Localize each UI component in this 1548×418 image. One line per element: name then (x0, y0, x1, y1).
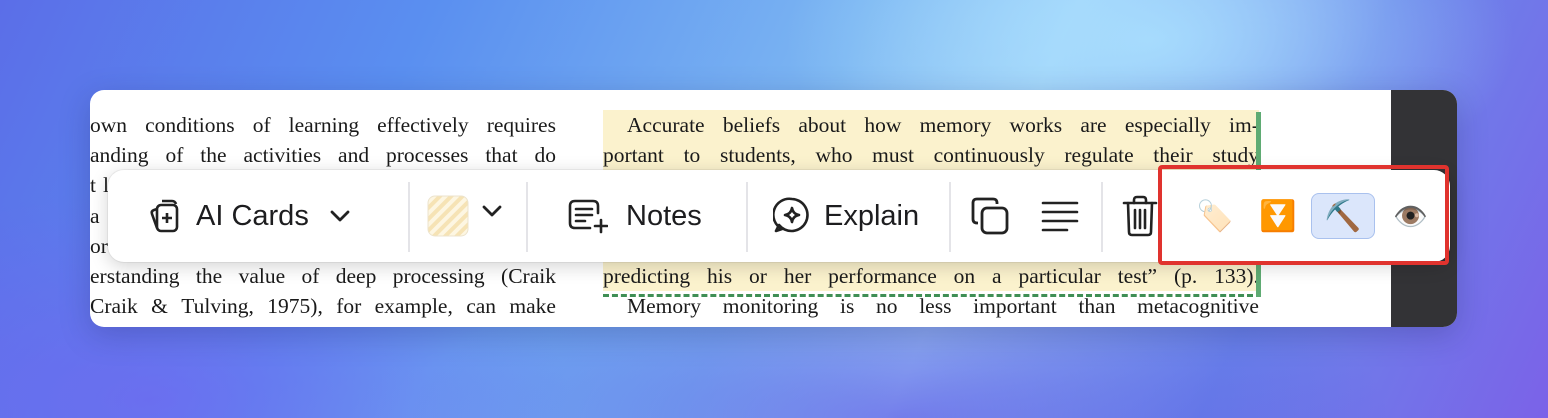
add-note-icon (568, 198, 608, 234)
text-word: about (798, 113, 847, 137)
text-word: and (338, 143, 370, 168)
text-word: im- (1229, 113, 1259, 137)
callout-highlight-box (1158, 165, 1449, 265)
text-word: own (90, 113, 128, 137)
text-word: t (90, 173, 96, 198)
text-line: Accurate beliefs about how memory works are esp… (603, 110, 1259, 141)
text-word: memory (919, 113, 992, 137)
text-word: (Craik (501, 263, 556, 288)
text-word: continuously (933, 143, 1045, 168)
text-word: students, (719, 143, 796, 168)
copy-icon (970, 196, 1010, 236)
sparkle-chat-icon (773, 197, 811, 235)
ai-cards-button[interactable]: AI Cards (148, 170, 351, 262)
text-word: particular (1018, 263, 1101, 288)
text-lines-icon (1041, 200, 1079, 232)
annotation-underline (603, 294, 1253, 297)
highlight-color-swatch (427, 195, 469, 237)
text-line: Craik & Tulving, 1975), for example, can make (90, 291, 556, 321)
text-word: predicting (603, 263, 691, 288)
text-word: works (1009, 113, 1063, 137)
text-word: Accurate (627, 113, 705, 137)
toolbar-divider (408, 182, 410, 252)
text-word: anding (90, 143, 149, 168)
text-word: beliefs (722, 113, 781, 137)
text-word: example, (374, 294, 453, 319)
text-word: to (683, 143, 701, 168)
text-word: especially (1124, 113, 1211, 137)
text-word: on (953, 263, 976, 288)
chevron-down-icon (481, 204, 503, 218)
text-word: deep (335, 263, 377, 288)
text-line: erstanding the value of deep processing (Craik (90, 261, 556, 291)
text-word: 133). (1214, 263, 1259, 288)
text-word: processes (386, 143, 469, 168)
notes-label: Notes (626, 199, 702, 232)
text-word: processing (392, 263, 485, 288)
text-word: can (466, 294, 497, 319)
text-word: make (509, 294, 556, 319)
text-word: effectively (377, 113, 469, 137)
trash-icon (1122, 195, 1158, 237)
text-word: Tulving, (181, 294, 254, 319)
text-word: a (90, 203, 100, 228)
text-word: are (1080, 113, 1107, 137)
text-word: or (90, 233, 108, 258)
chevron-down-icon (329, 209, 351, 223)
text-word: performance (828, 263, 937, 288)
text-word: of (165, 143, 184, 168)
text-word: how (864, 113, 902, 137)
text-word: value (238, 263, 286, 288)
text-word: the (195, 263, 223, 288)
text-word: conditions (145, 113, 235, 137)
text-word: a (992, 263, 1002, 288)
text-word: Craik (90, 294, 138, 319)
delete-button[interactable] (1122, 170, 1158, 262)
text-word: regulate (1064, 143, 1134, 168)
text-word: activities (243, 143, 322, 168)
explain-label: Explain (824, 199, 920, 232)
text-word: requires (486, 113, 556, 137)
text-word: learning (288, 113, 360, 137)
text-word: do (534, 143, 557, 168)
text-align-button[interactable] (1041, 170, 1079, 262)
cards-icon (148, 198, 182, 234)
toolbar-divider (949, 182, 951, 252)
text-word: or (749, 263, 767, 288)
toolbar-divider (746, 182, 748, 252)
highlight-color-picker[interactable] (427, 170, 503, 262)
text-line: predicting his or her performance on a particul… (603, 260, 1259, 292)
text-word: (p. (1173, 263, 1198, 288)
text-word: the (200, 143, 227, 168)
explain-button[interactable]: Explain (773, 170, 919, 262)
text-word: that (485, 143, 518, 168)
text-word: must (872, 143, 914, 168)
text-word: test” (1117, 263, 1158, 288)
text-word: of (301, 263, 320, 288)
text-word: for (336, 294, 362, 319)
notes-button[interactable]: Notes (568, 170, 702, 262)
text-word: erstanding (90, 263, 180, 288)
ai-cards-label: AI Cards (196, 199, 309, 232)
text-line: anding of the activities and processes that do (90, 140, 556, 170)
text-word: who (815, 143, 853, 168)
text-word: 1975), (267, 294, 323, 319)
text-line: own conditions of learning effectively requir… (90, 110, 556, 140)
text-word: of (252, 113, 271, 137)
toolbar-divider (1101, 182, 1103, 252)
text-word: & (151, 294, 168, 319)
text-word: portant (603, 143, 664, 168)
text-word: her (783, 263, 812, 288)
copy-button[interactable] (970, 170, 1010, 262)
text-word: his (707, 263, 733, 288)
toolbar-divider (526, 182, 528, 252)
